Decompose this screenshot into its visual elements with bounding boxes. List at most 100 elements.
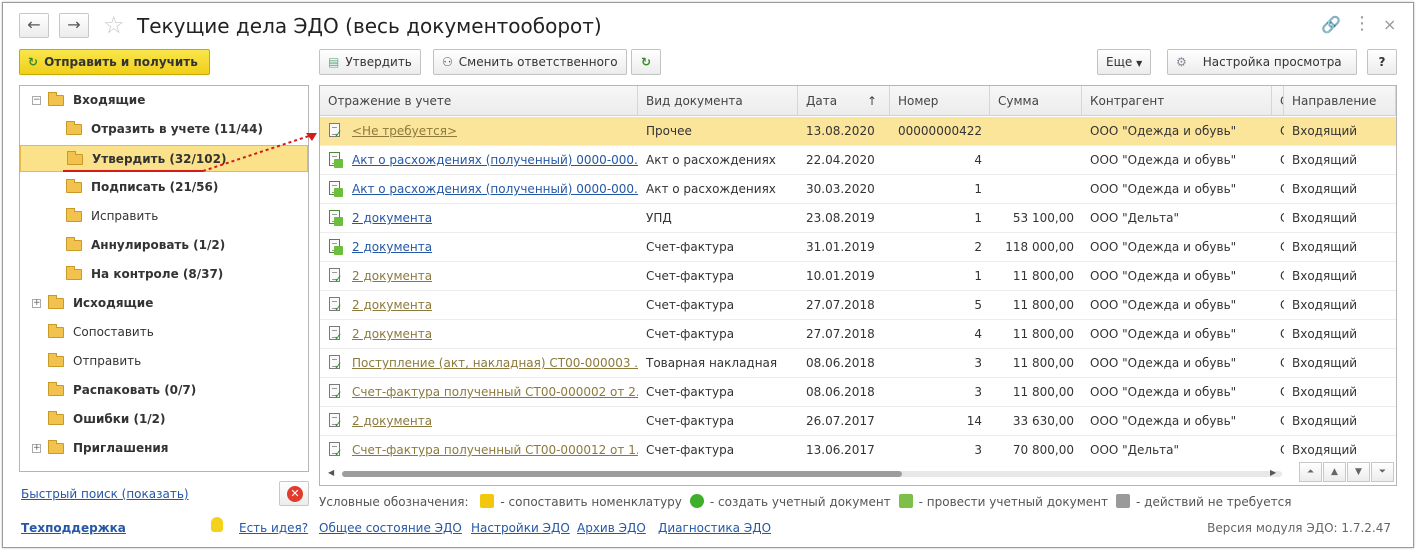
cell-ref: 2 документа [320, 204, 638, 233]
clear-search-button[interactable]: ✕ [279, 481, 309, 506]
folder-icon [48, 411, 64, 425]
table-row[interactable]: ✓ Поступление (акт, накладная) СТ00-00000… [320, 349, 1396, 378]
document-link[interactable]: Акт о расхождениях (полученный) 0000-000… [352, 153, 638, 167]
scroll-first-icon[interactable]: ⏶ [1299, 462, 1322, 482]
tree-item[interactable]: Ошибки (1/2) [20, 406, 308, 433]
tree-item[interactable]: Подписать (21/56) [20, 174, 308, 201]
cell-c: С [1272, 204, 1284, 233]
column-header[interactable]: Направление [1284, 86, 1396, 116]
folder-icon [48, 324, 64, 338]
close-icon[interactable]: × [1383, 15, 1396, 34]
column-header[interactable]: Вид документа [638, 86, 798, 116]
collapse-icon[interactable]: − [32, 96, 41, 105]
tree-item[interactable]: Аннулировать (1/2) [20, 232, 308, 259]
column-header[interactable]: С [1272, 86, 1284, 116]
view-settings-button[interactable]: ⚙ Настройка просмотра [1167, 49, 1357, 75]
tree-item[interactable]: + Приглашения [20, 435, 308, 462]
edo-diagnostics-link[interactable]: Диагностика ЭДО [658, 521, 771, 535]
change-responsible-button[interactable]: ⚇ Сменить ответственного [433, 49, 627, 75]
document-link[interactable]: Счет-фактура полученный СТ00-000002 от 2… [352, 385, 638, 399]
cell-type: Счет-фактура [646, 298, 735, 312]
column-header[interactable]: Контрагент [1082, 86, 1272, 116]
cell-ref: ✓ 2 документа [320, 320, 638, 349]
folder-icon [66, 121, 82, 135]
table-row[interactable]: Акт о расхождениях (полученный) 0000-000… [320, 146, 1396, 175]
column-header[interactable]: Отражение в учете [320, 86, 638, 116]
approve-button[interactable]: ▤ Утвердить [319, 49, 421, 75]
back-button[interactable]: ← [19, 13, 49, 38]
edo-archive-link[interactable]: Архив ЭДО [577, 521, 646, 535]
document-link[interactable]: Поступление (акт, накладная) СТ00-000003… [352, 356, 638, 370]
tree-item[interactable]: Отразить в учете (11/44) [20, 116, 308, 143]
document-link[interactable]: 2 документа [352, 414, 432, 428]
tree-item[interactable]: Отправить [20, 348, 308, 375]
expand-icon[interactable]: + [32, 444, 41, 453]
horizontal-scrollbar[interactable]: ◀ ▶ [320, 464, 1396, 485]
cell-direction: Входящий [1292, 443, 1358, 457]
cell-contractor: ООО "Одежда и обувь" [1090, 298, 1237, 312]
table-row[interactable]: ✓ 2 документа Счет-фактура 27.07.2018 5 11 80… [320, 291, 1396, 320]
column-header[interactable]: Сумма [990, 86, 1082, 116]
refresh-button[interactable]: ↻ [631, 49, 661, 75]
tree-item[interactable]: + Исходящие [20, 290, 308, 317]
table-row[interactable]: ✓ Счет-фактура полученный СТ00-000002 от … [320, 378, 1396, 407]
cell-contractor: ООО "Одежда и обувь" [1090, 240, 1237, 254]
send-receive-button[interactable]: ↻ Отправить и получить [19, 49, 210, 75]
forward-button[interactable]: → [59, 13, 89, 38]
table-row[interactable]: Акт о расхождениях (полученный) 0000-000… [320, 175, 1396, 204]
cell-type: УПД [646, 211, 672, 225]
document-link[interactable]: <Не требуется> [352, 124, 457, 138]
edo-status-link[interactable]: Общее состояние ЭДО [319, 521, 462, 535]
tree-item[interactable]: Распаковать (0/7) [20, 377, 308, 404]
document-link[interactable]: 2 документа [352, 269, 432, 283]
document-link[interactable]: Акт о расхождениях (полученный) 0000-000… [352, 182, 638, 196]
link-icon[interactable]: 🔗 [1321, 15, 1341, 34]
table-row[interactable]: ✓ 2 документа Счет-фактура 26.07.2017 14 33 6… [320, 407, 1396, 436]
document-link[interactable]: Счет-фактура полученный СТ00-000012 от 1… [352, 443, 638, 457]
cell-direction: Входящий [1292, 414, 1358, 428]
table-row[interactable]: ✓ 2 документа Счет-фактура 10.01.2019 1 11 80… [320, 262, 1396, 291]
document-link[interactable]: 2 документа [352, 327, 432, 341]
quick-search-link[interactable]: Быстрый поиск (показать) [21, 487, 189, 501]
techsupport-link[interactable]: Техподдержка [21, 521, 126, 535]
tree-item[interactable]: Сопоставить [20, 319, 308, 346]
favorite-star-icon[interactable]: ☆ [103, 11, 125, 39]
tree-item[interactable]: Утвердить (32/102) [20, 145, 308, 172]
document-link[interactable]: 2 документа [352, 211, 432, 225]
cell-contractor: ООО "Одежда и обувь" [1090, 124, 1237, 138]
scroll-last-icon[interactable]: ⏷ [1371, 462, 1394, 482]
column-header[interactable]: Дата ↑ [798, 86, 890, 116]
table-row[interactable]: ✓ <Не требуется> Прочее 13.08.2020 000000004… [320, 117, 1396, 146]
scroll-up-icon[interactable]: ▲ [1323, 462, 1346, 482]
table-row[interactable]: 2 документа УПД 23.08.2019 1 53 100,00 ООО "Д… [320, 204, 1396, 233]
cell-contractor: ООО "Одежда и обувь" [1090, 414, 1237, 428]
help-button[interactable]: ? [1367, 49, 1397, 75]
edo-settings-link[interactable]: Настройки ЭДО [471, 521, 570, 535]
tree-item[interactable]: Исправить [20, 203, 308, 230]
approve-icon: ▤ [328, 55, 340, 69]
column-header[interactable]: Номер [890, 86, 990, 116]
cell-number: 3 [974, 385, 982, 399]
tree-item[interactable]: На контроле (8/37) [20, 261, 308, 288]
cell-date: 27.07.2018 [806, 298, 875, 312]
table-row[interactable]: ✓ Счет-фактура полученный СТ00-000012 от … [320, 436, 1396, 465]
no-action-icon: ✓ [328, 384, 342, 401]
scroll-left-icon[interactable]: ◀ [328, 468, 334, 477]
cell-contractor: ООО "Дельта" [1090, 443, 1180, 457]
tree-item[interactable]: − Входящие [20, 87, 308, 114]
scroll-right-icon[interactable]: ▶ [1270, 468, 1276, 477]
expand-icon[interactable]: + [32, 299, 41, 308]
idea-link[interactable]: Есть идея? [239, 521, 308, 535]
document-link[interactable]: 2 документа [352, 298, 432, 312]
document-link[interactable]: 2 документа [352, 240, 432, 254]
more-vertical-icon[interactable]: ⋮ [1353, 13, 1371, 34]
cell-type: Счет-фактура [646, 385, 735, 399]
scroll-thumb[interactable] [342, 471, 902, 477]
cell-type: Счет-фактура [646, 327, 735, 341]
table-row[interactable]: ✓ 2 документа Счет-фактура 27.07.2018 4 11 80… [320, 320, 1396, 349]
scroll-down-icon[interactable]: ▼ [1347, 462, 1370, 482]
more-button[interactable]: Еще ▼ [1097, 49, 1152, 75]
tree-item-label: Ошибки (1/2) [73, 412, 166, 426]
cell-ref: ✓ Счет-фактура полученный СТ00-000012 от … [320, 436, 638, 465]
table-row[interactable]: 2 документа Счет-фактура 31.01.2019 2 118 00… [320, 233, 1396, 262]
